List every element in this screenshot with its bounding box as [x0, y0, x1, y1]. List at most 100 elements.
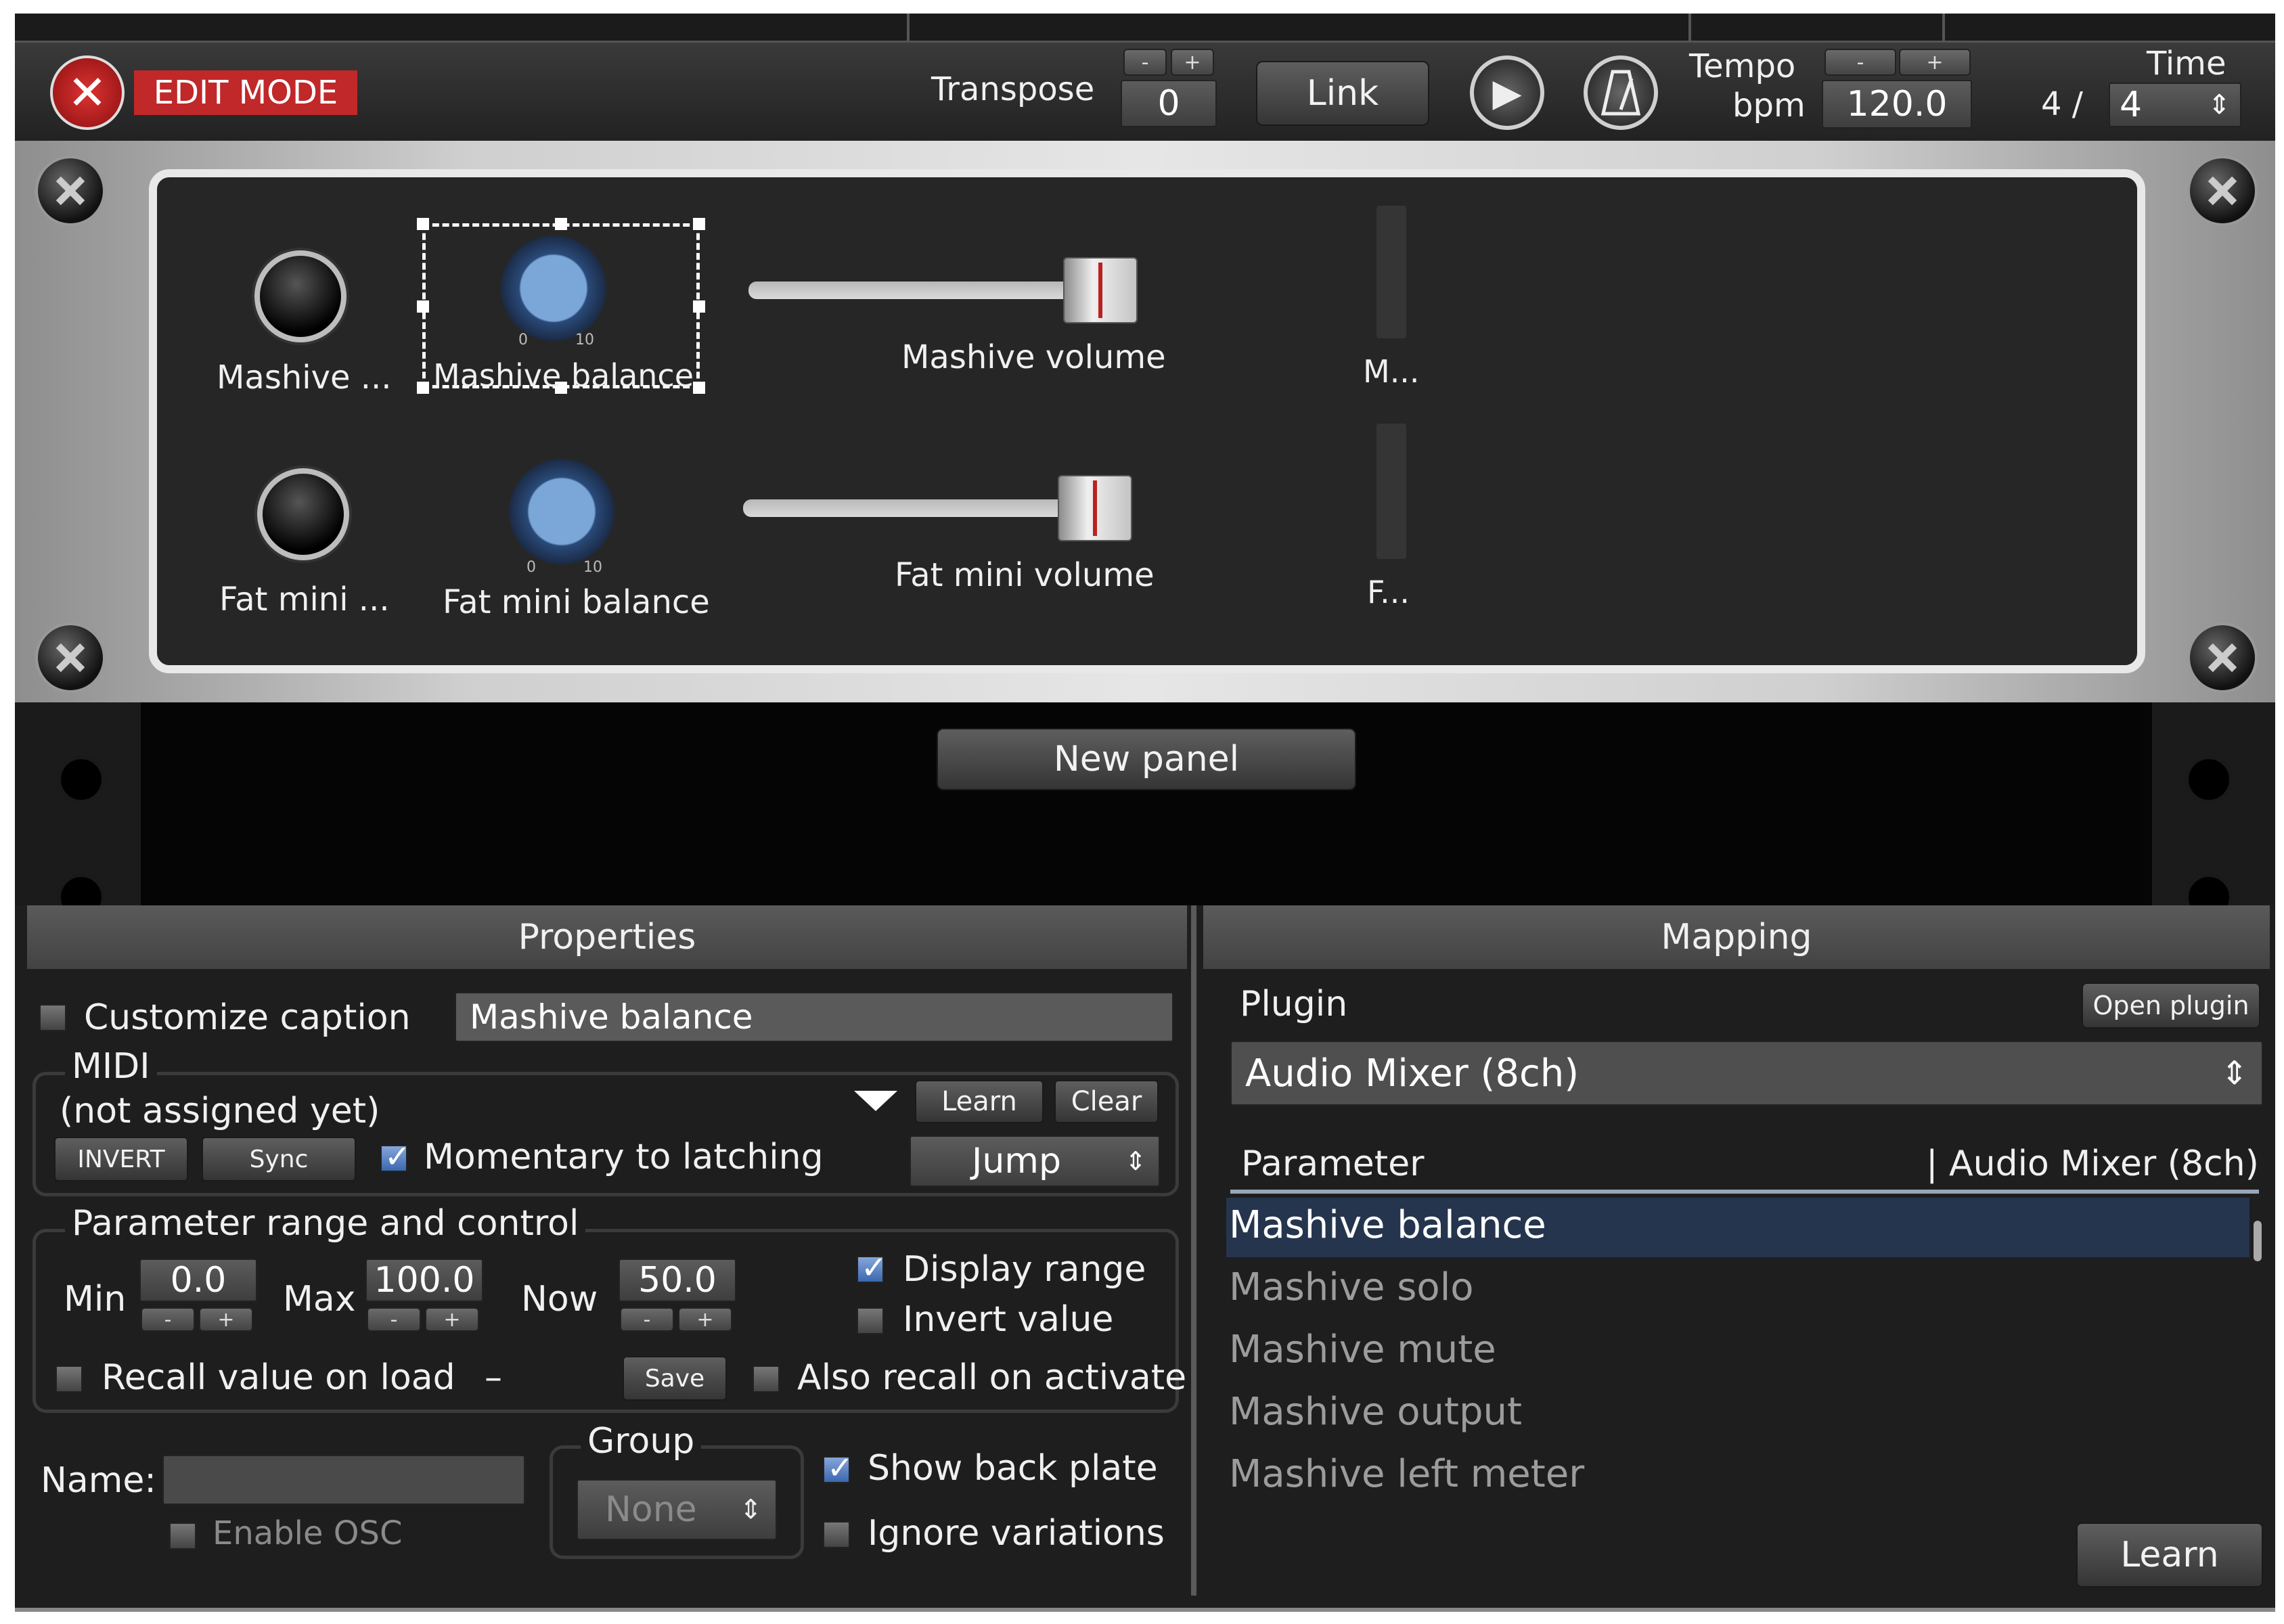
save-button[interactable]: Save: [623, 1356, 727, 1401]
new-panel-button[interactable]: New panel: [937, 728, 1356, 790]
customize-caption-label: Customize caption: [84, 997, 411, 1038]
properties-header: Properties: [27, 905, 1187, 969]
display-range-checkbox[interactable]: [857, 1249, 887, 1286]
title-strip-divider: [1688, 14, 1691, 41]
customize-caption-checkbox[interactable]: [39, 1004, 66, 1031]
invert-value-label: Invert value: [903, 1299, 1114, 1340]
updown-arrows-icon: ⇕: [739, 1494, 762, 1525]
pane-divider: [1191, 905, 1196, 1596]
recall-checkbox[interactable]: [55, 1366, 83, 1393]
also-recall-checkbox[interactable]: [753, 1366, 780, 1393]
metronome-icon: [1600, 70, 1641, 116]
group-title: Group: [581, 1421, 702, 1462]
selection-handle[interactable]: [693, 218, 705, 230]
tempo-label: Tempo: [1689, 47, 1796, 85]
link-button[interactable]: Link: [1256, 61, 1429, 126]
tempo-field[interactable]: 120.0: [1822, 80, 1972, 129]
list-item[interactable]: Mashive left meter: [1229, 1452, 1584, 1496]
selection-handle[interactable]: [693, 300, 705, 313]
fat-mini-balance-knob[interactable]: [501, 451, 623, 572]
sync-button[interactable]: Sync: [202, 1137, 356, 1181]
list-item[interactable]: Mashive solo: [1229, 1265, 1474, 1309]
jump-select[interactable]: Jump ⇕: [910, 1135, 1160, 1187]
enable-osc-checkbox[interactable]: [169, 1522, 196, 1550]
open-plugin-button[interactable]: Open plugin: [2082, 983, 2260, 1029]
list-item[interactable]: Mashive mute: [1229, 1328, 1496, 1372]
range-title: Parameter range and control: [65, 1203, 586, 1244]
caption-input[interactable]: Mashive balance: [455, 992, 1173, 1042]
max-minus-button[interactable]: -: [367, 1307, 421, 1332]
min-field[interactable]: 0.0: [139, 1259, 257, 1302]
midi-clear-button[interactable]: Clear: [1054, 1080, 1159, 1123]
momentary-label: Momentary to latching: [424, 1137, 824, 1177]
bpm-label: bpm: [1732, 87, 1806, 125]
now-field[interactable]: 50.0: [619, 1259, 736, 1302]
mapping-learn-button[interactable]: Learn: [2076, 1522, 2263, 1587]
time-denominator-select[interactable]: 4 ⇕: [2109, 83, 2241, 127]
tempo-minus-button[interactable]: -: [1824, 49, 1896, 76]
slider-track-filled: [743, 499, 1095, 517]
selection-handle[interactable]: [417, 218, 429, 230]
transpose-minus-button[interactable]: -: [1123, 49, 1167, 76]
also-recall-label: Also recall on activate: [797, 1357, 1187, 1398]
recall-dash: –: [485, 1357, 502, 1398]
momentary-checkbox[interactable]: [380, 1138, 411, 1175]
invert-label: INVERT: [77, 1145, 165, 1173]
play-icon: ▶: [1492, 70, 1522, 115]
min-minus-button[interactable]: -: [141, 1307, 195, 1332]
list-scrollbar[interactable]: [2254, 1221, 2262, 1261]
midi-title: MIDI: [65, 1046, 157, 1087]
slider-thumb[interactable]: [1057, 475, 1132, 541]
transpose-field[interactable]: 0: [1121, 80, 1217, 127]
show-back-plate-checkbox[interactable]: [823, 1449, 853, 1486]
name-input[interactable]: [162, 1455, 525, 1505]
now-plus-button[interactable]: +: [678, 1307, 732, 1332]
play-button[interactable]: ▶: [1470, 55, 1544, 130]
mashive-volume-label: Mashive volume: [901, 338, 1166, 376]
plugin-label: Plugin: [1240, 984, 1348, 1024]
parameter-column-header: Parameter: [1241, 1144, 1425, 1184]
open-plugin-label: Open plugin: [2092, 991, 2249, 1020]
fat-mini-knob-label: Fat mini ...: [219, 581, 390, 618]
fat-mini-knob[interactable]: [257, 468, 349, 560]
transpose-plus-button[interactable]: +: [1171, 49, 1214, 76]
list-item[interactable]: Mashive output: [1229, 1390, 1522, 1434]
fat-mini-meter: [1376, 424, 1406, 559]
enable-osc-label: Enable OSC: [212, 1514, 403, 1552]
ignore-variations-label: Ignore variations: [868, 1513, 1165, 1554]
midi-learn-button[interactable]: Learn: [915, 1080, 1044, 1123]
time-label: Time: [2147, 45, 2226, 83]
slider-thumb[interactable]: [1062, 257, 1138, 323]
now-minus-button[interactable]: -: [620, 1307, 674, 1332]
edit-mode-badge[interactable]: EDIT MODE: [134, 70, 357, 115]
max-field[interactable]: 100.0: [365, 1259, 483, 1302]
screw-icon: [35, 156, 106, 226]
mashive-knob[interactable]: [254, 250, 346, 342]
selection-handle[interactable]: [693, 382, 705, 394]
ignore-variations-checkbox[interactable]: [823, 1521, 850, 1548]
fat-mini-volume-slider[interactable]: [739, 475, 1294, 543]
min-plus-button[interactable]: +: [199, 1307, 253, 1332]
mashive-balance-knob[interactable]: [493, 227, 614, 349]
name-label: Name:: [41, 1460, 156, 1501]
tempo-plus-button[interactable]: +: [1899, 49, 1971, 76]
metronome-button[interactable]: [1584, 55, 1658, 130]
edit-mode-icon[interactable]: ✕: [50, 55, 125, 130]
mashive-volume-slider[interactable]: [744, 257, 1299, 325]
invert-value-checkbox[interactable]: [857, 1307, 884, 1334]
plugin-select[interactable]: Audio Mixer (8ch) ⇕: [1230, 1041, 2263, 1106]
list-item[interactable]: Mashive balance: [1229, 1203, 1546, 1247]
parameter-list[interactable]: Mashive balance Mashive solo Mashive mut…: [1226, 1198, 2262, 1516]
updown-arrows-icon: ⇕: [2208, 89, 2231, 120]
selection-handle[interactable]: [417, 300, 429, 313]
window-bottom-edge: [15, 1608, 2275, 1612]
save-label: Save: [644, 1364, 705, 1393]
selection-handle[interactable]: [417, 382, 429, 394]
time-numerator: 4 /: [2041, 85, 2083, 123]
screw-icon: [2187, 156, 2258, 226]
group-select[interactable]: None ⇕: [577, 1479, 777, 1540]
midi-dropdown-arrow-icon[interactable]: [854, 1091, 897, 1111]
invert-button[interactable]: INVERT: [54, 1137, 188, 1181]
max-plus-button[interactable]: +: [425, 1307, 479, 1332]
fat-mini-meter-label: F...: [1367, 574, 1410, 610]
